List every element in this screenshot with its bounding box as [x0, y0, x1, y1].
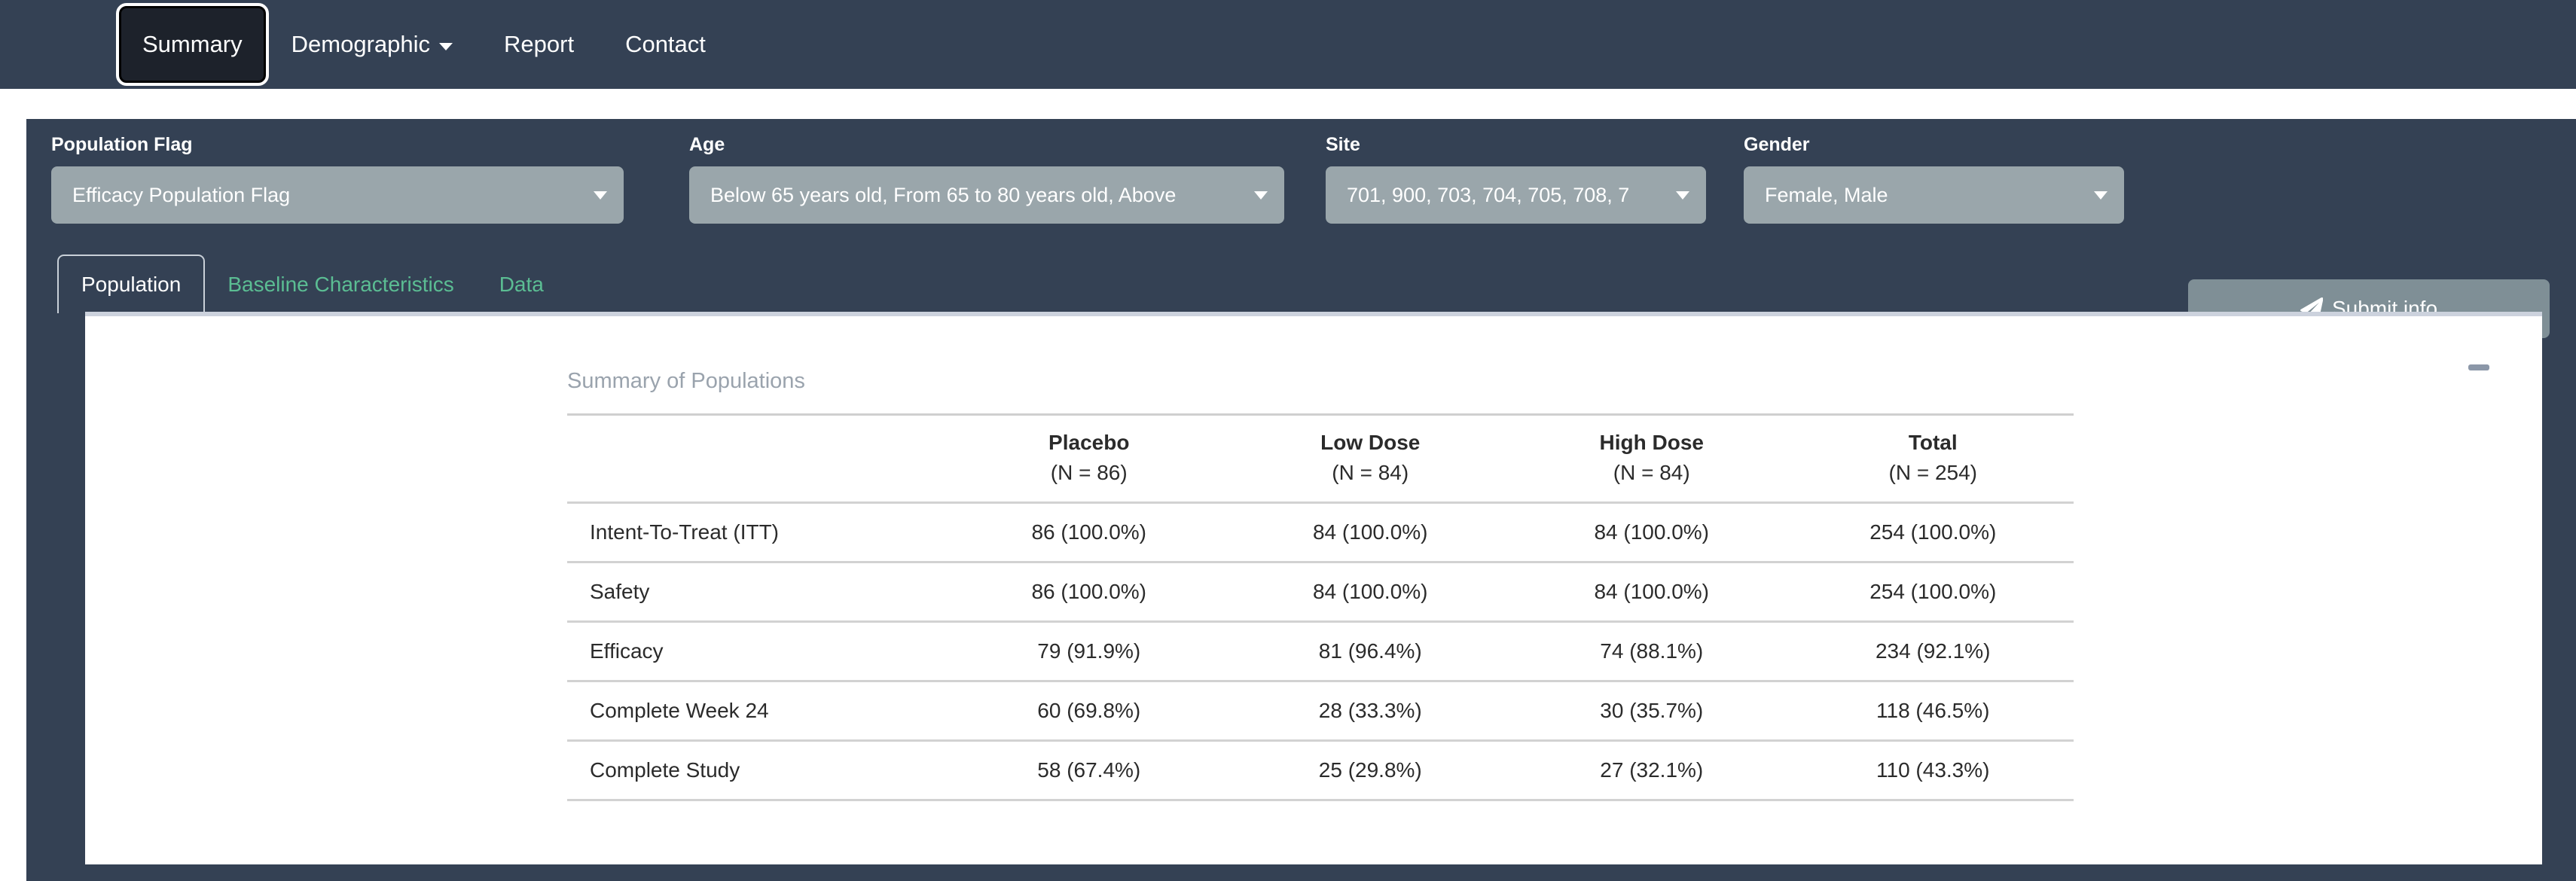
- table-row: Efficacy 79 (91.9%) 81 (96.4%) 74 (88.1%…: [567, 620, 2074, 681]
- summary-of-populations-table: Placebo (N = 86) Low Dose (N = 84) High …: [567, 413, 2074, 801]
- cell-total: 254 (100.0%): [1792, 501, 2074, 562]
- column-header-high-dose: High Dose (N = 84): [1511, 413, 1793, 503]
- filter-site: Site 701, 900, 703, 704, 705, 708, 7: [1326, 134, 1706, 224]
- column-title: Low Dose: [1320, 431, 1421, 454]
- chevron-down-icon: [1254, 191, 1268, 200]
- nav-item-summary[interactable]: Summary: [116, 3, 269, 86]
- column-title: Total: [1908, 431, 1958, 454]
- filter-bar: Population Flag Efficacy Population Flag…: [26, 119, 2576, 232]
- nav-item-report[interactable]: Report: [478, 0, 600, 89]
- row-label: Efficacy: [567, 620, 948, 681]
- column-n: (N = 254): [1888, 461, 1978, 484]
- population-card: Summary of Populations Placebo (N = 86) …: [85, 312, 2542, 864]
- filter-gender: Gender Female, Male: [1744, 134, 2124, 224]
- table-title: Summary of Populations: [567, 369, 805, 393]
- tab-label: Data: [499, 273, 544, 296]
- site-select[interactable]: 701, 900, 703, 704, 705, 708, 7: [1326, 166, 1706, 224]
- filter-age: Age Below 65 years old, From 65 to 80 ye…: [689, 134, 1284, 224]
- table-row: Safety 86 (100.0%) 84 (100.0%) 84 (100.0…: [567, 561, 2074, 622]
- cell-placebo: 86 (100.0%): [948, 561, 1230, 622]
- table-header-row: Placebo (N = 86) Low Dose (N = 84) High …: [567, 413, 2074, 503]
- cell-low-dose: 28 (33.3%): [1229, 680, 1511, 741]
- cell-high-dose: 74 (88.1%): [1511, 620, 1793, 681]
- row-label: Safety: [567, 561, 948, 622]
- filter-label-population-flag: Population Flag: [51, 134, 193, 155]
- cell-total: 110 (43.3%): [1792, 739, 2074, 801]
- cell-total: 118 (46.5%): [1792, 680, 2074, 741]
- cell-low-dose: 25 (29.8%): [1229, 739, 1511, 801]
- top-navbar: Summary Demographic Report Contact: [0, 0, 2576, 89]
- nav-item-demographic[interactable]: Demographic: [266, 0, 478, 89]
- column-header-blank: [567, 413, 948, 503]
- age-value: Below 65 years old, From 65 to 80 years …: [710, 183, 1177, 206]
- row-label: Complete Study: [567, 739, 948, 801]
- column-n: (N = 84): [1332, 461, 1409, 484]
- tab-bar: Population Baseline Characteristics Data: [57, 255, 566, 313]
- cell-low-dose: 81 (96.4%): [1229, 620, 1511, 681]
- cell-high-dose: 84 (100.0%): [1511, 561, 1793, 622]
- cell-low-dose: 84 (100.0%): [1229, 501, 1511, 562]
- content-panel: Population Flag Efficacy Population Flag…: [26, 119, 2576, 881]
- column-n: (N = 86): [1050, 461, 1128, 484]
- column-header-total: Total (N = 254): [1792, 413, 2074, 503]
- site-value: 701, 900, 703, 704, 705, 708, 7: [1347, 183, 1630, 206]
- table-header: Placebo (N = 86) Low Dose (N = 84) High …: [567, 413, 2074, 503]
- chevron-down-icon: [2094, 191, 2107, 200]
- tab-data[interactable]: Data: [477, 256, 566, 313]
- chevron-down-icon: [439, 43, 453, 50]
- filter-label-site: Site: [1326, 134, 1360, 155]
- column-n: (N = 84): [1613, 461, 1690, 484]
- nav-item-contact[interactable]: Contact: [600, 0, 731, 89]
- cell-low-dose: 84 (100.0%): [1229, 561, 1511, 622]
- cell-high-dose: 30 (35.7%): [1511, 680, 1793, 741]
- gender-select[interactable]: Female, Male: [1744, 166, 2124, 224]
- row-label: Complete Week 24: [567, 680, 948, 741]
- cell-high-dose: 84 (100.0%): [1511, 501, 1793, 562]
- nav-item-list: Summary Demographic Report Contact: [116, 0, 731, 89]
- cell-placebo: 86 (100.0%): [948, 501, 1230, 562]
- cell-placebo: 58 (67.4%): [948, 739, 1230, 801]
- table-body: Intent-To-Treat (ITT) 86 (100.0%) 84 (10…: [567, 501, 2074, 801]
- filter-population-flag: Population Flag Efficacy Population Flag: [51, 134, 624, 224]
- column-header-placebo: Placebo (N = 86): [948, 413, 1230, 503]
- tab-baseline-characteristics[interactable]: Baseline Characteristics: [205, 256, 476, 313]
- cell-total: 254 (100.0%): [1792, 561, 2074, 622]
- cell-total: 234 (92.1%): [1792, 620, 2074, 681]
- column-title: Placebo: [1048, 431, 1130, 454]
- chevron-down-icon: [594, 191, 607, 200]
- column-title: High Dose: [1599, 431, 1704, 454]
- app-page: Summary Demographic Report Contact Popul…: [0, 0, 2576, 881]
- chevron-down-icon: [1676, 191, 1689, 200]
- cell-placebo: 79 (91.9%): [948, 620, 1230, 681]
- column-header-low-dose: Low Dose (N = 84): [1229, 413, 1511, 503]
- tab-label: Population: [81, 273, 182, 296]
- filter-label-age: Age: [689, 134, 725, 155]
- population-flag-select[interactable]: Efficacy Population Flag: [51, 166, 624, 224]
- age-select[interactable]: Below 65 years old, From 65 to 80 years …: [689, 166, 1284, 224]
- nav-item-label: Summary: [142, 31, 243, 57]
- nav-item-label: Contact: [625, 31, 706, 57]
- gender-value: Female, Male: [1765, 183, 1888, 206]
- table-row: Intent-To-Treat (ITT) 86 (100.0%) 84 (10…: [567, 501, 2074, 562]
- tab-population[interactable]: Population: [57, 255, 206, 313]
- summary-table-container: Summary of Populations Placebo (N = 86) …: [567, 316, 2074, 801]
- cell-placebo: 60 (69.8%): [948, 680, 1230, 741]
- population-flag-value: Efficacy Population Flag: [72, 183, 291, 206]
- table-row: Complete Study 58 (67.4%) 25 (29.8%) 27 …: [567, 739, 2074, 801]
- cell-high-dose: 27 (32.1%): [1511, 739, 1793, 801]
- nav-item-label: Report: [504, 31, 575, 57]
- minimize-icon[interactable]: [2468, 364, 2489, 370]
- row-label: Intent-To-Treat (ITT): [567, 501, 948, 562]
- tab-label: Baseline Characteristics: [227, 273, 454, 296]
- nav-item-label: Demographic: [291, 31, 431, 57]
- table-row: Complete Week 24 60 (69.8%) 28 (33.3%) 3…: [567, 680, 2074, 741]
- filter-label-gender: Gender: [1744, 134, 1810, 155]
